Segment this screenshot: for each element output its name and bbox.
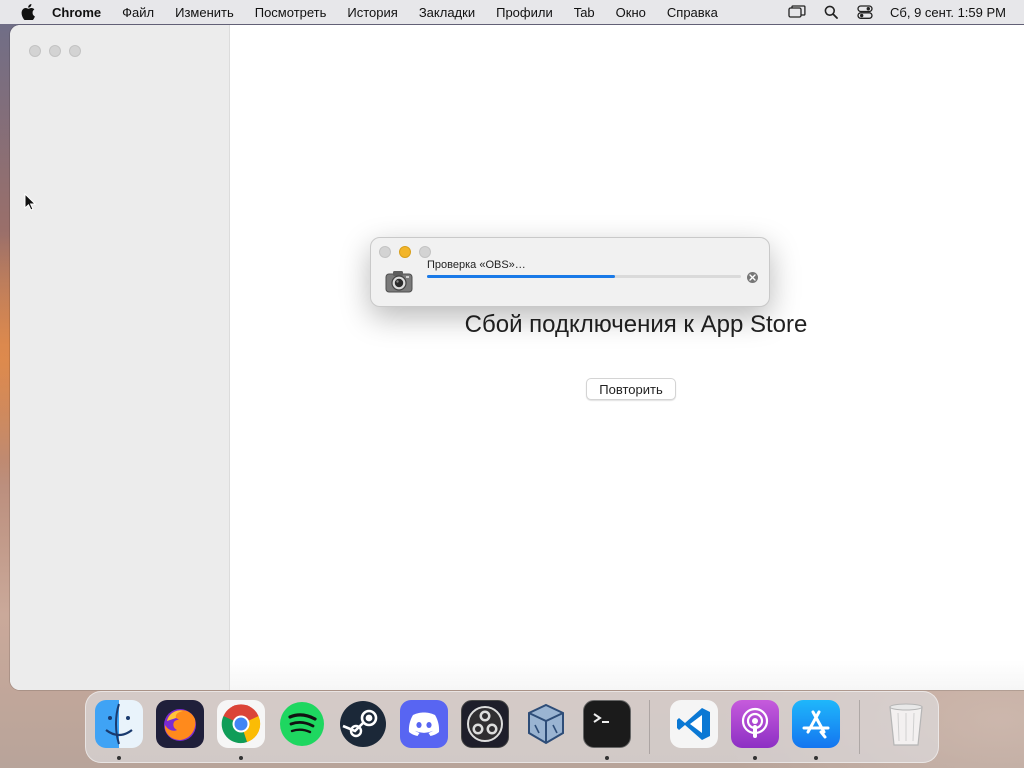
gatekeeper-camera-icon bbox=[384, 266, 414, 296]
menu-tab[interactable]: Tab bbox=[574, 5, 595, 20]
menu-bar: Chrome Файл Изменить Посмотреть История … bbox=[0, 0, 1024, 24]
dialog-minimize-button[interactable] bbox=[399, 246, 411, 258]
spotify-icon[interactable] bbox=[278, 700, 326, 748]
menu-clock[interactable]: Сб, 9 сент. 1:59 PM bbox=[890, 5, 1006, 20]
dialog-close-button[interactable] bbox=[379, 246, 391, 258]
app-store-icon[interactable] bbox=[792, 700, 840, 748]
menu-view[interactable]: Посмотреть bbox=[255, 5, 327, 20]
apple-icon[interactable] bbox=[18, 2, 38, 22]
menu-app-name[interactable]: Chrome bbox=[52, 5, 101, 20]
discord-icon[interactable] bbox=[400, 700, 448, 748]
menu-help[interactable]: Справка bbox=[667, 5, 718, 20]
menu-window[interactable]: Окно bbox=[616, 5, 646, 20]
virtualbox-icon[interactable] bbox=[522, 700, 570, 748]
chrome-running-indicator bbox=[239, 756, 243, 760]
trash-icon[interactable] bbox=[882, 700, 930, 748]
menu-edit[interactable]: Изменить bbox=[175, 5, 234, 20]
dialog-window-controls bbox=[379, 246, 431, 258]
connection-error-title: Сбой подключения к App Store bbox=[464, 311, 808, 338]
menu-profiles[interactable]: Профили bbox=[496, 5, 553, 20]
bottom-fade bbox=[230, 660, 1024, 690]
spotlight-search-icon[interactable] bbox=[822, 3, 840, 21]
steam-icon[interactable] bbox=[339, 700, 387, 748]
minimize-button[interactable] bbox=[49, 45, 61, 57]
retry-button[interactable]: Повторить bbox=[586, 378, 676, 400]
close-button[interactable] bbox=[29, 45, 41, 57]
terminal-running-indicator bbox=[605, 756, 609, 760]
menu-bookmarks[interactable]: Закладки bbox=[419, 5, 475, 20]
verification-status-text: Проверка «OBS»… bbox=[427, 259, 526, 271]
terminal-icon[interactable] bbox=[583, 700, 631, 748]
dock-separator bbox=[649, 700, 650, 754]
main-content: Сбой подключения к App Store Повторить bbox=[230, 25, 1024, 690]
sidebar bbox=[10, 25, 230, 690]
mouse-cursor-icon bbox=[24, 192, 37, 216]
screen-mirroring-icon[interactable] bbox=[788, 3, 806, 21]
dialog-zoom-button[interactable] bbox=[419, 246, 431, 258]
menu-file[interactable]: Файл bbox=[122, 5, 154, 20]
progress-fill bbox=[427, 275, 616, 278]
app-store-running-indicator bbox=[814, 756, 818, 760]
firefox-icon[interactable] bbox=[156, 700, 204, 748]
finder-icon[interactable] bbox=[95, 700, 143, 748]
cancel-verification-button[interactable] bbox=[747, 272, 758, 283]
dock bbox=[85, 691, 939, 763]
finder-running-indicator bbox=[117, 756, 121, 760]
vscode-icon[interactable] bbox=[670, 700, 718, 748]
control-center-icon[interactable] bbox=[856, 3, 874, 21]
chrome-icon[interactable] bbox=[217, 700, 265, 748]
podcasts-icon[interactable] bbox=[731, 700, 779, 748]
window-controls bbox=[29, 45, 81, 57]
obs-icon[interactable] bbox=[461, 700, 509, 748]
verification-progress-bar bbox=[427, 275, 741, 278]
podcasts-running-indicator bbox=[753, 756, 757, 760]
verification-dialog: Проверка «OBS»… bbox=[370, 237, 770, 307]
zoom-button[interactable] bbox=[69, 45, 81, 57]
dock-separator bbox=[859, 700, 860, 754]
app-store-window: Сбой подключения к App Store Повторить bbox=[10, 25, 1024, 690]
menu-history[interactable]: История bbox=[347, 5, 397, 20]
